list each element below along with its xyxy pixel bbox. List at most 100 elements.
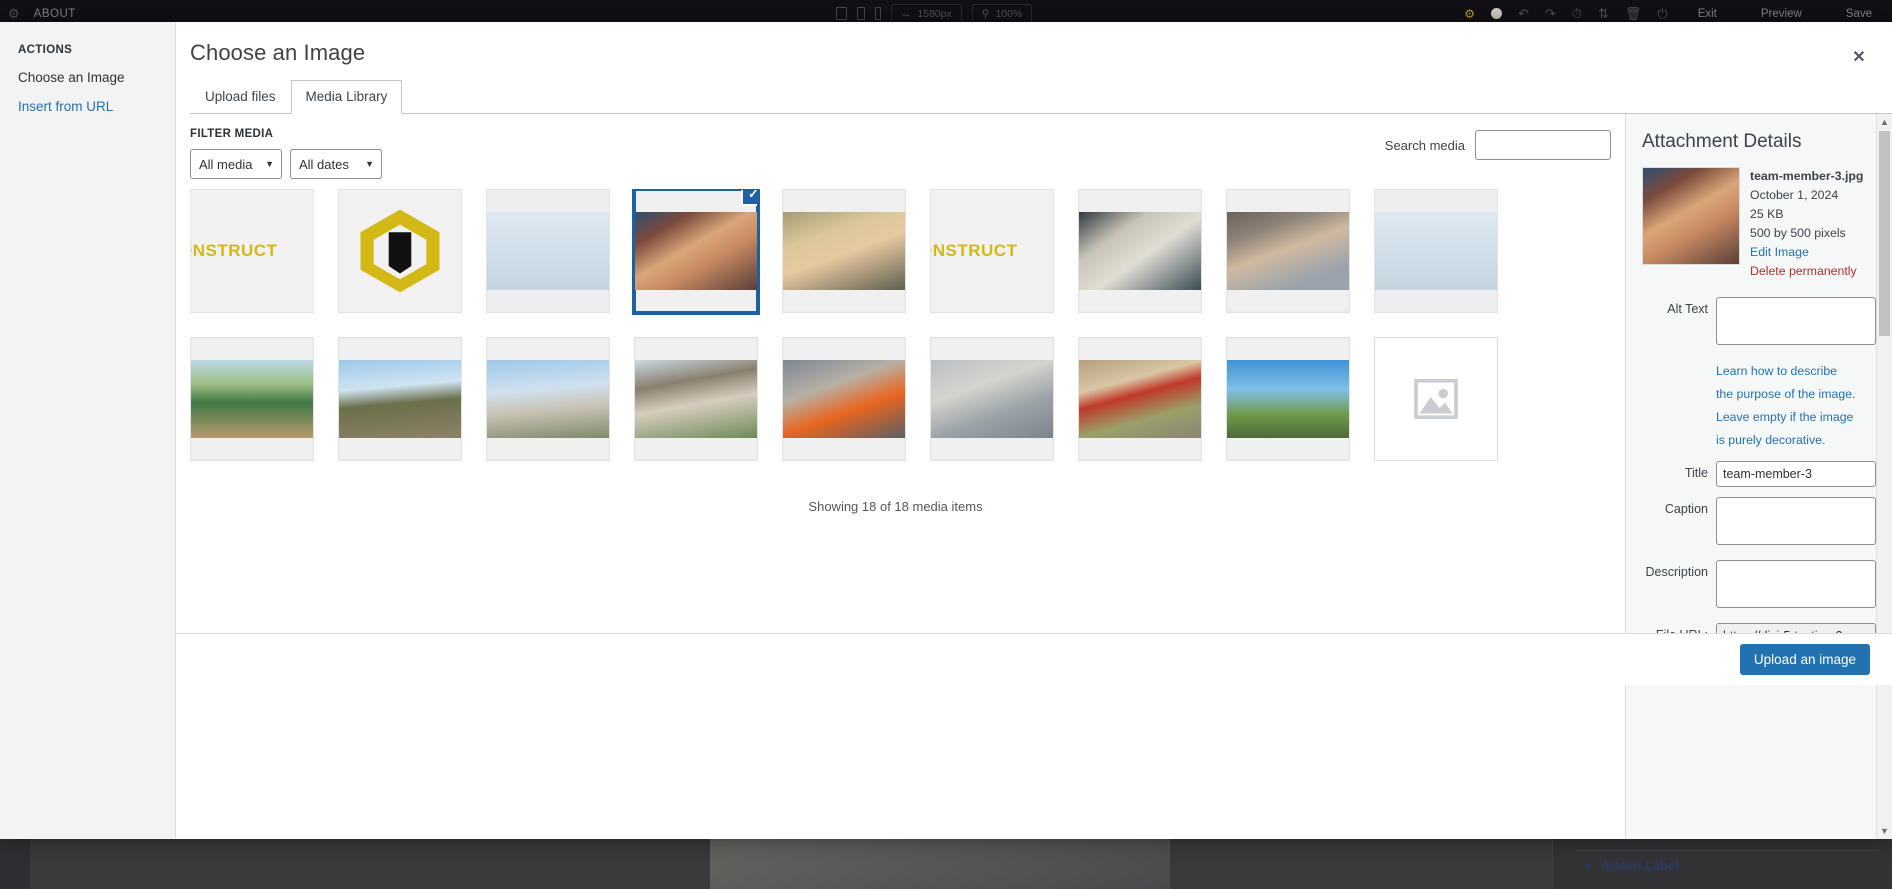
panel-divider (1576, 850, 1876, 851)
actions-heading: ACTIONS (18, 44, 73, 56)
description-field[interactable] (1716, 560, 1876, 609)
description-row: Description (1642, 560, 1876, 613)
attachment-fields: Alt Text Learn how to describe the purpo… (1642, 297, 1876, 681)
search-media-group: Search media (1385, 128, 1611, 160)
title-label: Title (1684, 466, 1708, 481)
media-thumbnail-desk-flatlay-tools[interactable] (1078, 189, 1202, 313)
media-thumbnail-worker-orange-vest[interactable] (782, 337, 906, 461)
thumbnail-image (191, 359, 313, 439)
thumbnail-image (1227, 359, 1349, 439)
caption-row: Caption (1642, 497, 1876, 550)
attachment-details-panel: Attachment Details team-member-3.jpg Oct… (1625, 114, 1892, 839)
media-thumbnail-construction-logo-text-2[interactable]: ONSTRUCT (930, 189, 1054, 313)
media-thumbnail-crane-blue-sky[interactable] (1226, 337, 1350, 461)
admin-label-text: Admin Label (1600, 858, 1679, 873)
thumbnail-image (487, 190, 609, 312)
attachment-dimensions: 500 by 500 pixels (1750, 226, 1846, 241)
media-thumbnail-hexagon-u-logo[interactable] (338, 189, 462, 313)
media-thumbnail-house-truss-lift[interactable] (486, 337, 610, 461)
selected-check-icon[interactable]: ✓ (741, 190, 757, 206)
media-modal: ACTIONS Choose an Image Insert from URL … (0, 22, 1892, 839)
thumbnail-image (635, 211, 757, 291)
zoom-level-chip[interactable]: ⚲ 100% (971, 3, 1033, 24)
attachment-meta: team-member-3.jpg October 1, 2024 25 KB … (1750, 167, 1863, 281)
trash-icon[interactable]: 🗑 (1625, 7, 1642, 20)
phone-view-icon[interactable] (874, 7, 881, 20)
dates-select[interactable]: All dates (290, 149, 382, 179)
sidebar-item-insert-from-url[interactable]: Insert from URL (0, 85, 175, 114)
title-field[interactable] (1716, 461, 1876, 488)
builder-toggle-icon[interactable] (1491, 8, 1503, 19)
thumbnail-image (339, 359, 461, 439)
media-thumbnail-city-crane-faded[interactable] (486, 189, 610, 313)
attachment-summary: team-member-3.jpg October 1, 2024 25 KB … (1642, 167, 1876, 281)
media-grid-scroll[interactable]: ONSTRUCT ✓ ONSTRUCT Showing 18 of 18 media… (176, 189, 1625, 839)
thumbnail-image (783, 211, 905, 291)
alt-text-help[interactable]: Learn how to describe the purpose of the… (1716, 360, 1856, 451)
sidebar-item-choose-an-image[interactable]: Choose an Image (0, 56, 175, 85)
edit-image-link[interactable]: Edit Image (1750, 243, 1863, 262)
media-grid: ONSTRUCT ✓ ONSTRUCT (190, 189, 1611, 485)
desktop-view-icon[interactable] (835, 7, 847, 20)
image-placeholder-icon (1414, 379, 1458, 419)
media-type-select[interactable]: All media items (190, 149, 282, 179)
title-row: Title (1642, 461, 1876, 488)
viewport-width-chip[interactable]: ↔ 1580px (890, 3, 962, 24)
description-label: Description (1645, 565, 1708, 580)
delete-permanently-link[interactable]: Delete permanently (1750, 262, 1863, 281)
details-scrollbar[interactable]: ▲ ▼ (1876, 114, 1892, 839)
thumbnail-image (487, 359, 609, 439)
media-thumbnail-team-member-bald-man[interactable] (1226, 189, 1350, 313)
scroll-up-icon[interactable]: ▲ (1880, 114, 1889, 130)
power-icon[interactable]: ⏻ (1657, 7, 1667, 20)
thumbnail-image (1375, 190, 1497, 312)
close-icon[interactable]: ✕ (1846, 44, 1872, 70)
upload-an-image-button[interactable]: Upload an image (1739, 644, 1870, 675)
undo-icon[interactable]: ↶ (1518, 7, 1529, 20)
attachment-details-heading: Attachment Details (1642, 131, 1802, 152)
media-thumbnail-team-member-3[interactable]: ✓ (632, 189, 760, 315)
sort-icon[interactable]: ⇅ (1598, 7, 1609, 20)
admin-label-section[interactable]: ▼ Admin Label (1584, 858, 1864, 873)
search-input[interactable] (1475, 130, 1611, 160)
tablet-view-icon[interactable] (856, 7, 865, 20)
scrollbar-thumb[interactable] (1879, 131, 1890, 336)
redo-icon[interactable]: ↷ (1545, 7, 1556, 20)
tab-upload-files[interactable]: Upload files (190, 80, 291, 114)
media-thumbnail-couple-new-house[interactable] (634, 337, 758, 461)
page-title: Choose an Image (190, 40, 366, 65)
thumbnail-image (783, 359, 905, 439)
media-thumbnail-team-member-woman[interactable] (782, 189, 906, 313)
attachment-date: October 1, 2024 (1750, 188, 1839, 203)
media-thumbnail-construction-logo-text[interactable]: ONSTRUCT (190, 189, 314, 313)
tab-media-library[interactable]: Media Library (290, 80, 403, 114)
attachment-filename: team-member-3.jpg (1750, 169, 1864, 184)
alt-text-row: Alt Text (1642, 297, 1876, 350)
chevron-down-icon: ▼ (1584, 860, 1593, 871)
media-thumbnail-roofer-yellow-helmet[interactable] (338, 337, 462, 461)
caption-field[interactable] (1716, 497, 1876, 546)
media-thumbnail-office-floorplan-3d[interactable] (930, 337, 1054, 461)
breadcrumb: ABOUT (33, 7, 76, 20)
alt-text-label: Alt Text (1667, 302, 1708, 317)
media-thumbnail-workers-saw-plywood[interactable] (1078, 337, 1202, 461)
history-icon[interactable]: ⏱ (1572, 7, 1582, 20)
modal-footer: Upload an image (176, 633, 1892, 685)
modal-tabs: Upload files Media Library (190, 80, 1892, 114)
dates-select-wrap: All dates ▼ (290, 149, 382, 179)
media-thumbnail-house-frame-crane[interactable] (190, 337, 314, 461)
caption-label: Caption (1664, 502, 1708, 517)
media-thumbnail-empty-placeholder[interactable] (1374, 337, 1498, 461)
thumbnail-image: ONSTRUCT (191, 190, 313, 312)
alt-text-field[interactable] (1716, 297, 1876, 346)
settings-gear-icon[interactable]: ⚙ (1464, 7, 1475, 21)
filter-media-group: FILTER MEDIA All media items ▼ All dates… (190, 128, 382, 179)
media-type-select-wrap: All media items ▼ (190, 149, 282, 179)
modal-body: FILTER MEDIA All media items ▼ All dates… (176, 114, 1892, 839)
arrows-horizontal-icon: ↔ (900, 7, 912, 20)
gear-icon[interactable]: ⚙ (8, 7, 20, 20)
media-thumbnail-city-crane-faded-2[interactable] (1374, 189, 1498, 313)
grid-status-text: Showing 18 of 18 media items (808, 499, 983, 514)
scrollbar-track[interactable] (1877, 337, 1892, 823)
scroll-down-icon[interactable]: ▼ (1880, 823, 1889, 839)
